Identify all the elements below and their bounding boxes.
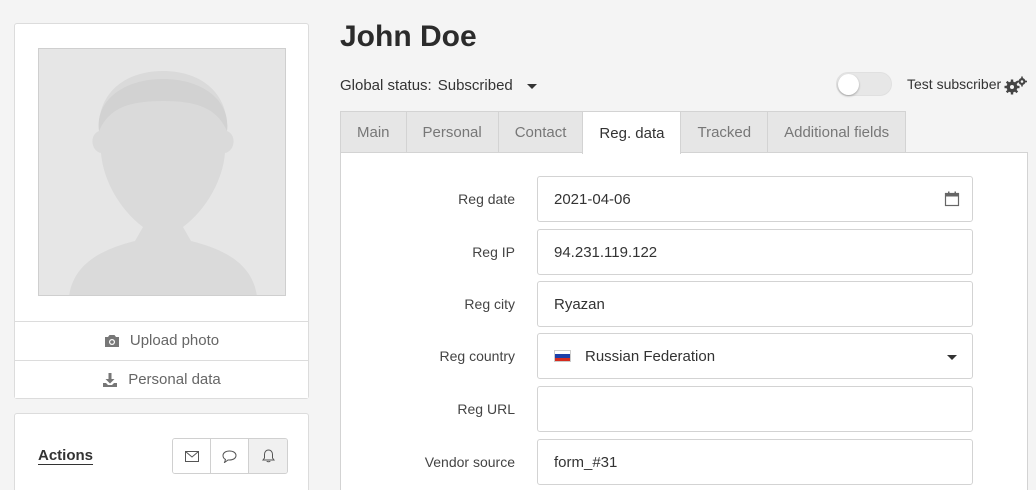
vendor-source-row: Vendor source form_#31 (341, 439, 1029, 485)
test-subscriber-label: Test subscriber (907, 76, 1002, 92)
send-email-button[interactable] (173, 439, 211, 473)
reg-date-row: Reg date 2021-04-06 (341, 176, 1029, 222)
toggle-knob (838, 74, 859, 95)
reg-city-value: Ryazan (554, 295, 605, 313)
reg-country-row: Reg country Russian Federation (341, 333, 1029, 379)
reg-url-row: Reg URL (341, 386, 1029, 432)
reg-ip-label: Reg IP (472, 244, 515, 260)
send-push-button[interactable] (249, 439, 287, 473)
vendor-source-value: form_#31 (554, 453, 618, 471)
actions-title[interactable]: Actions (38, 447, 93, 464)
reg-ip-input[interactable]: 94.231.119.122 (537, 229, 973, 275)
camera-icon (104, 334, 119, 347)
tab-contact[interactable]: Contact (497, 111, 584, 153)
russia-flag-icon (554, 350, 571, 362)
bell-icon (261, 449, 275, 463)
personal-data-label: Personal data (128, 371, 221, 388)
reg-country-label: Reg country (439, 348, 515, 364)
mail-icon (184, 450, 199, 462)
tab-personal[interactable]: Personal (405, 111, 499, 153)
avatar-placeholder (38, 48, 286, 296)
vendor-source-input[interactable]: form_#31 (537, 439, 973, 485)
tab-reg-data[interactable]: Reg. data (582, 111, 682, 154)
page-title: John Doe (340, 20, 477, 53)
reg-city-label: Reg city (464, 296, 515, 312)
tab-additional-fields[interactable]: Additional fields (767, 111, 907, 153)
vendor-source-label: Vendor source (424, 454, 515, 470)
chat-icon (222, 449, 237, 463)
reg-country-select[interactable]: Russian Federation (537, 333, 973, 379)
avatar-silhouette-icon (39, 49, 285, 295)
reg-data-panel: Reg date 2021-04-06 Reg IP 94.231.119.12… (340, 152, 1028, 490)
reg-country-value: Russian Federation (585, 347, 716, 365)
actions-card: Actions (14, 413, 309, 490)
reg-ip-value: 94.231.119.122 (554, 243, 658, 261)
download-icon (103, 372, 118, 387)
reg-date-value: 2021-04-06 (554, 190, 631, 208)
calendar-icon[interactable] (944, 191, 960, 207)
global-status-label: Global status: (340, 77, 432, 94)
reg-city-input[interactable]: Ryazan (537, 281, 973, 327)
reg-url-input[interactable] (537, 386, 973, 432)
profile-card: Upload photo Personal data (14, 23, 309, 399)
chevron-down-icon (526, 84, 537, 89)
send-message-button[interactable] (211, 439, 249, 473)
actions-icon-group (172, 438, 288, 474)
global-status-dropdown[interactable]: Global status: Subscribed (340, 77, 537, 94)
personal-data-button[interactable]: Personal data (15, 360, 308, 398)
reg-url-label: Reg URL (457, 401, 515, 417)
upload-photo-label: Upload photo (129, 332, 220, 349)
tab-tracked[interactable]: Tracked (680, 111, 769, 153)
chevron-down-icon (947, 355, 957, 360)
reg-city-row: Reg city Ryazan (341, 281, 1029, 327)
upload-photo-button[interactable]: Upload photo (15, 321, 308, 359)
tab-main[interactable]: Main (340, 111, 407, 153)
global-status-value: Subscribed (437, 77, 513, 94)
reg-date-label: Reg date (458, 191, 515, 207)
reg-ip-row: Reg IP 94.231.119.122 (341, 229, 1029, 275)
test-subscriber-toggle[interactable] (836, 72, 892, 96)
reg-date-input[interactable]: 2021-04-06 (537, 176, 973, 222)
gear-icon[interactable] (1004, 76, 1028, 96)
profile-tabs: Main Personal Contact Reg. data Tracked … (340, 111, 907, 154)
